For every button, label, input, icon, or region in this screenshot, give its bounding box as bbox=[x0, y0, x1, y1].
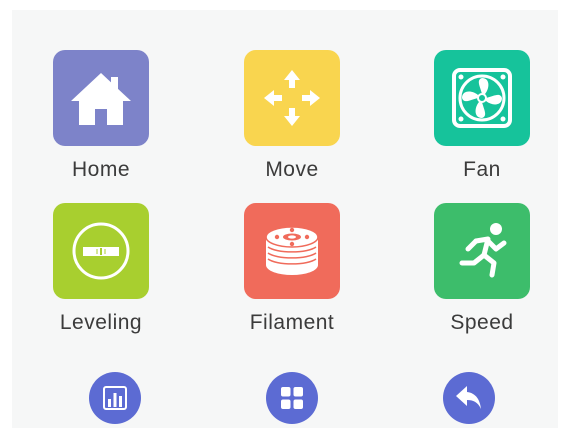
filament-label: Filament bbox=[249, 311, 335, 334]
statistics-button[interactable] bbox=[89, 372, 141, 424]
filament-spool-icon bbox=[265, 226, 319, 275]
back-arrow-icon bbox=[456, 386, 481, 409]
speed-button[interactable] bbox=[434, 203, 530, 299]
move-label: Move bbox=[265, 158, 319, 181]
move-button[interactable] bbox=[244, 50, 340, 146]
fan-icon bbox=[452, 68, 512, 128]
bar-chart-icon bbox=[103, 386, 127, 410]
running-person-icon bbox=[459, 223, 507, 278]
filament-button[interactable] bbox=[244, 203, 340, 299]
leveling-label: Leveling bbox=[59, 311, 143, 334]
leveling-button[interactable] bbox=[53, 203, 149, 299]
move-arrows-icon bbox=[264, 70, 320, 126]
fan-label: Fan bbox=[463, 158, 501, 181]
spirit-level-icon bbox=[72, 222, 130, 280]
home-button[interactable] bbox=[53, 50, 149, 146]
house-icon bbox=[71, 73, 131, 125]
main-menu-button[interactable] bbox=[266, 372, 318, 424]
home-label: Home bbox=[71, 158, 131, 181]
fan-button[interactable] bbox=[434, 50, 530, 146]
printer-menu-screen: Home Move Fan Leveling Filament Speed bbox=[12, 10, 558, 428]
back-button[interactable] bbox=[443, 372, 495, 424]
grid-menu-icon bbox=[281, 387, 303, 409]
speed-label: Speed bbox=[450, 311, 514, 334]
